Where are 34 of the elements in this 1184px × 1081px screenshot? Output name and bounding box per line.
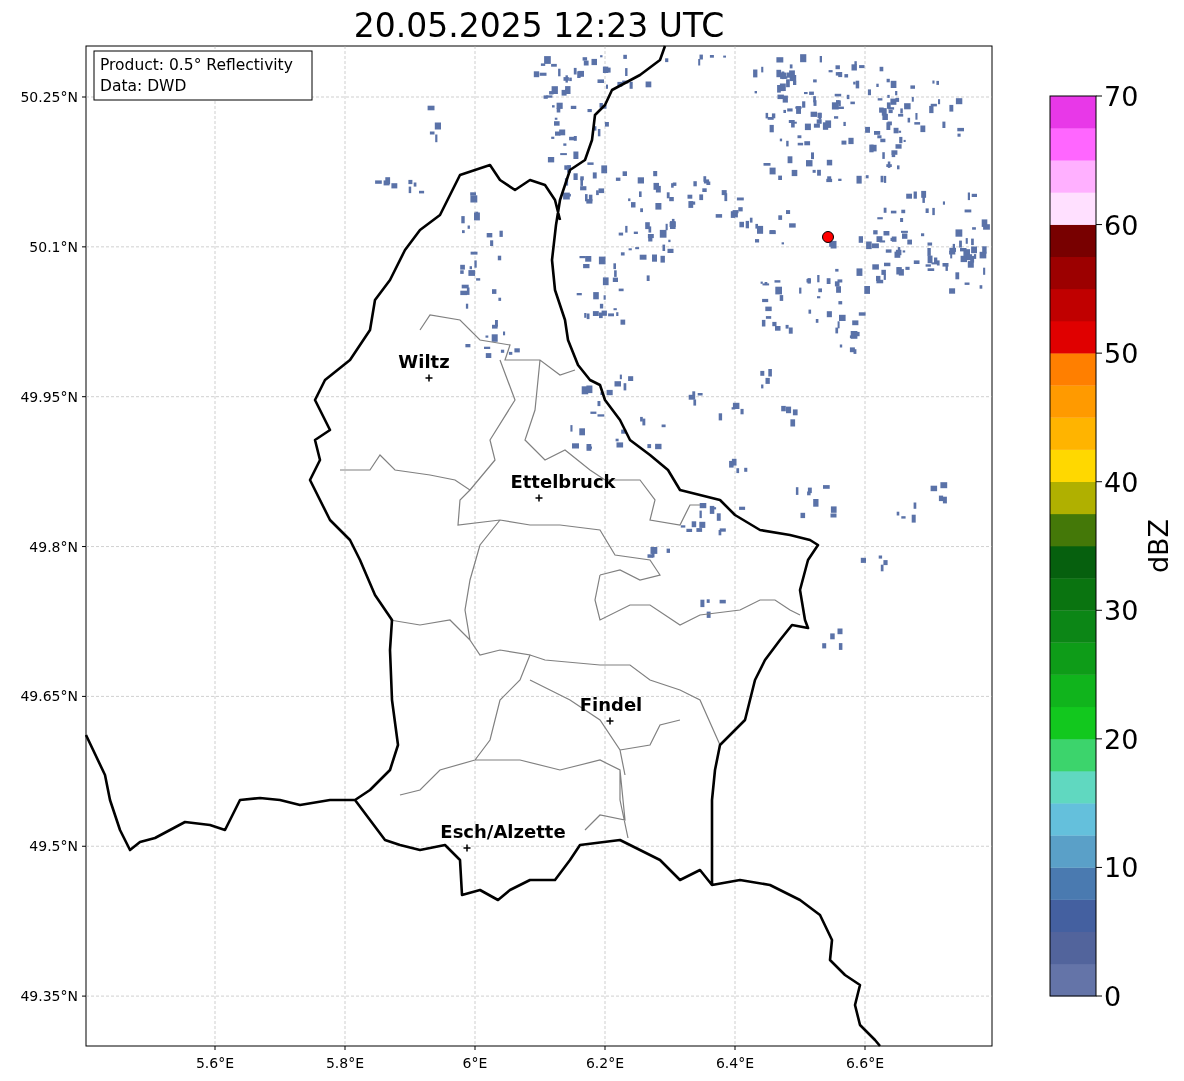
scale-tick-label: 60	[1104, 209, 1139, 241]
axis-tick-label: 49.95°N	[20, 388, 78, 405]
scale-tick-label: 50	[1104, 338, 1139, 370]
city-label: Findel	[579, 694, 643, 715]
city-marker-icon	[605, 716, 615, 726]
axis-tick-label: 49.8°N	[29, 538, 78, 555]
axis-tick-label: 49.35°N	[20, 988, 78, 1005]
scale-tick-label: 40	[1104, 466, 1139, 498]
city-marker-icon	[534, 493, 544, 503]
axis-tick-label: 50.25°N	[20, 89, 78, 105]
axis-tick-label: 6.2°E	[585, 1055, 625, 1071]
city-label: Ettelbruck	[510, 471, 616, 492]
axis-tick-label: 50.1°N	[29, 238, 78, 255]
scale-tick-label: 70	[1104, 81, 1139, 112]
axis-tick-label: 6.6°E	[845, 1055, 885, 1071]
axis-tick-label: 6°E	[462, 1055, 488, 1071]
chart-title: 20.05.2025 12:23 UTC	[353, 6, 725, 45]
city-marker-icon	[462, 843, 472, 853]
scale-tick-label: 20	[1104, 723, 1139, 755]
city-marker-icon	[424, 373, 434, 383]
radar-site-icon	[822, 231, 834, 243]
axis-tick-label: 6.4°E	[715, 1055, 755, 1071]
city-label: Wiltz	[398, 351, 450, 372]
scale-axis-label: dBZ	[1143, 518, 1174, 574]
info-text: Product: 0.5° Reflectivity	[100, 56, 293, 74]
scale-tick-label: 30	[1104, 595, 1139, 627]
axis-tick-label: 5.8°E	[325, 1055, 365, 1071]
axis-tick-label: 49.5°N	[29, 838, 78, 855]
city-label: Esch/Alzette	[440, 821, 566, 842]
scale-tick-label: 10	[1104, 852, 1139, 884]
axis-tick-label: 5.6°E	[195, 1055, 235, 1071]
scale-tick-label: 0	[1104, 981, 1122, 1012]
info-text: Data: DWD	[100, 77, 187, 95]
axis-tick-label: 49.65°N	[20, 688, 78, 705]
